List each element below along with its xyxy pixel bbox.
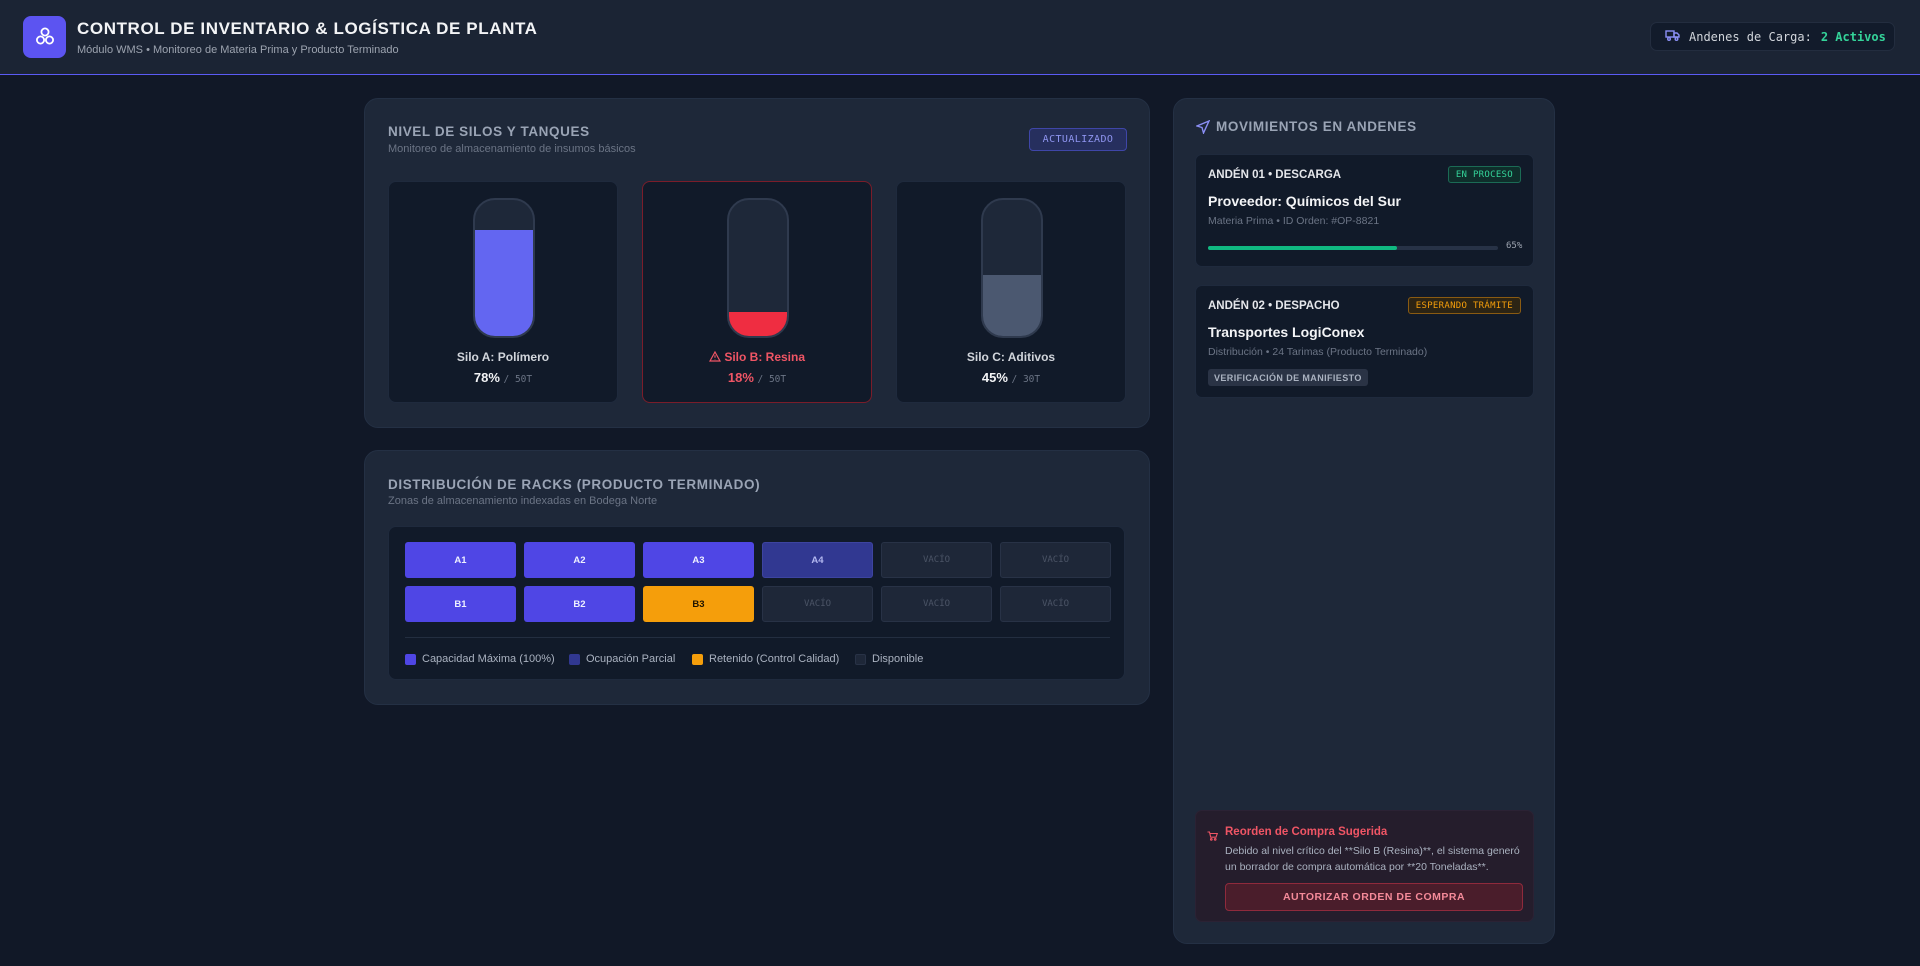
legend-label: Ocupación Parcial: [586, 653, 676, 665]
updated-badge: ACTUALIZADO: [1029, 128, 1127, 151]
silo-name: Silo C: Aditivos: [966, 350, 1056, 364]
silo-level-fill: [983, 274, 1041, 336]
legend-label: Retenido (Control Calidad): [709, 653, 840, 665]
silo-percent: 78% / 50T: [389, 370, 617, 385]
silos-panel: NIVEL DE SILOS Y TANQUES Monitoreo de al…: [364, 98, 1150, 428]
racks-grid: A1 A2 A3 A4 VACÍO VACÍO B1 B2 B3 VACÍO VACÍO VACÍO…: [388, 526, 1125, 680]
movements-title: MOVIMIENTOS EN ANDENES: [1216, 119, 1417, 134]
rack-slot[interactable]: A1: [405, 542, 516, 578]
status-badge: ESPERANDO TRÁMITE: [1407, 297, 1521, 314]
legend-item-full: Capacidad Máxima (100%): [405, 653, 555, 665]
legend-item-held: Retenido (Control Calidad): [692, 653, 839, 665]
rack-slot[interactable]: B2: [524, 586, 635, 622]
warning-triangle-icon: [708, 350, 724, 364]
legend-label: Disponible: [872, 653, 924, 665]
racks-panel: DISTRIBUCIÓN DE RACKS (PRODUCTO TERMINAD…: [364, 450, 1150, 705]
legend-label: Capacidad Máxima (100%): [422, 653, 555, 665]
status-badge: EN PROCESO: [1447, 166, 1521, 183]
dock-party-name: Transportes LogiConex: [1208, 324, 1365, 340]
app-title: CONTROL DE INVENTARIO & LOGÍSTICA DE PLA…: [77, 19, 538, 38]
legend-item-empty: Disponible: [855, 653, 923, 665]
legend-swatch-partial: [569, 653, 580, 665]
rack-slot[interactable]: VACÍO: [881, 586, 992, 622]
alert-body: Debido al nivel crítico del **Silo B (Re…: [1225, 845, 1520, 873]
legend-swatch-empty: [855, 653, 866, 665]
silo-tank: [981, 198, 1043, 338]
legend-divider: [405, 637, 1110, 638]
dock-card-02[interactable]: ANDÉN 02 • DESPACHO ESPERANDO TRÁMITE Tr…: [1195, 285, 1534, 398]
unload-progress-bar: [1208, 246, 1498, 250]
silo-level-fill: [729, 311, 787, 336]
legend-swatch-held: [692, 653, 703, 665]
silo-percent-value: 45%: [981, 370, 1008, 385]
docks-status-pill[interactable]: Andenes de Carga: 2 Activos: [1650, 22, 1895, 51]
legend-item-partial: Ocupación Parcial: [569, 653, 675, 665]
docks-label: Andenes de Carga:: [1689, 29, 1812, 44]
rack-slot[interactable]: B1: [405, 586, 516, 622]
movements-panel: MOVIMIENTOS EN ANDENES ANDÉN 01 • DESCAR…: [1173, 98, 1555, 944]
app-header: CONTROL DE INVENTARIO & LOGÍSTICA DE PLA…: [0, 0, 1920, 75]
racks-title: DISTRIBUCIÓN DE RACKS (PRODUCTO TERMINAD…: [388, 477, 761, 492]
rack-slot[interactable]: A3: [643, 542, 754, 578]
silos-title: NIVEL DE SILOS Y TANQUES: [388, 124, 590, 139]
authorize-purchase-button[interactable]: AUTORIZAR ORDEN DE COMPRA: [1225, 883, 1523, 911]
truck-icon: [1665, 29, 1680, 44]
dock-header: ANDÉN 02 • DESPACHO: [1208, 300, 1340, 312]
reorder-alert: Reorden de Compra Sugerida Debido al niv…: [1195, 810, 1534, 922]
rack-slot[interactable]: VACÍO: [1000, 542, 1111, 578]
app-subtitle: Módulo WMS • Monitoreo de Materia Prima …: [77, 44, 399, 56]
silo-percent-value: 78%: [473, 370, 500, 385]
progress-fill: [1208, 246, 1397, 250]
rack-slot[interactable]: VACÍO: [762, 586, 873, 622]
progress-label: 65%: [1506, 241, 1523, 251]
docks-active-count: 2 Activos: [1820, 29, 1886, 44]
silo-card-c[interactable]: Silo C: Aditivos 45% / 30T: [896, 181, 1126, 403]
rack-slot[interactable]: A2: [524, 542, 635, 578]
silo-card-a[interactable]: Silo A: Polímero 78% / 50T: [388, 181, 618, 403]
silo-percent: 18% / 50T: [643, 370, 871, 385]
silo-name: Silo A: Polímero: [456, 350, 550, 364]
dock-meta: Materia Prima • ID Orden: #OP-8821: [1208, 215, 1380, 227]
silo-card-b[interactable]: Silo B: Resina 18% / 50T: [642, 181, 872, 403]
silo-capacity: / 50T: [757, 374, 787, 385]
rack-slot[interactable]: A4: [762, 542, 873, 578]
silo-percent-value: 18%: [727, 370, 754, 385]
silo-capacity: / 30T: [1011, 374, 1041, 385]
silo-tank: [473, 198, 535, 338]
silo-name: Silo B: Resina: [643, 350, 871, 364]
dock-card-01[interactable]: ANDÉN 01 • DESCARGA EN PROCESO Proveedor…: [1195, 154, 1534, 267]
silo-percent: 45% / 30T: [897, 370, 1125, 385]
rack-slot[interactable]: VACÍO: [881, 542, 992, 578]
boxes-icon: [23, 16, 66, 58]
silo-capacity: / 50T: [503, 374, 533, 385]
alert-title: Reorden de Compra Sugerida: [1225, 826, 1388, 838]
rack-slot[interactable]: VACÍO: [1000, 586, 1111, 622]
rack-slot[interactable]: B3: [643, 586, 754, 622]
verification-chip: VERIFICACIÓN DE MANIFIESTO: [1208, 369, 1368, 386]
dock-party-name: Proveedor: Químicos del Sur: [1208, 193, 1401, 209]
silo-tank: [727, 198, 789, 338]
dock-meta: Distribución • 24 Tarimas (Producto Term…: [1208, 346, 1428, 358]
silo-level-fill: [475, 229, 533, 336]
dock-header: ANDÉN 01 • DESCARGA: [1208, 169, 1342, 181]
legend-swatch-full: [405, 653, 416, 665]
silos-subtitle: Monitoreo de almacenamiento de insumos b…: [388, 143, 636, 155]
racks-subtitle: Zonas de almacenamiento indexadas en Bod…: [388, 495, 658, 507]
navigation-arrow-icon: [1194, 119, 1211, 139]
silo-name-text: Silo B: Resina: [724, 350, 806, 364]
cart-icon: [1207, 828, 1219, 846]
